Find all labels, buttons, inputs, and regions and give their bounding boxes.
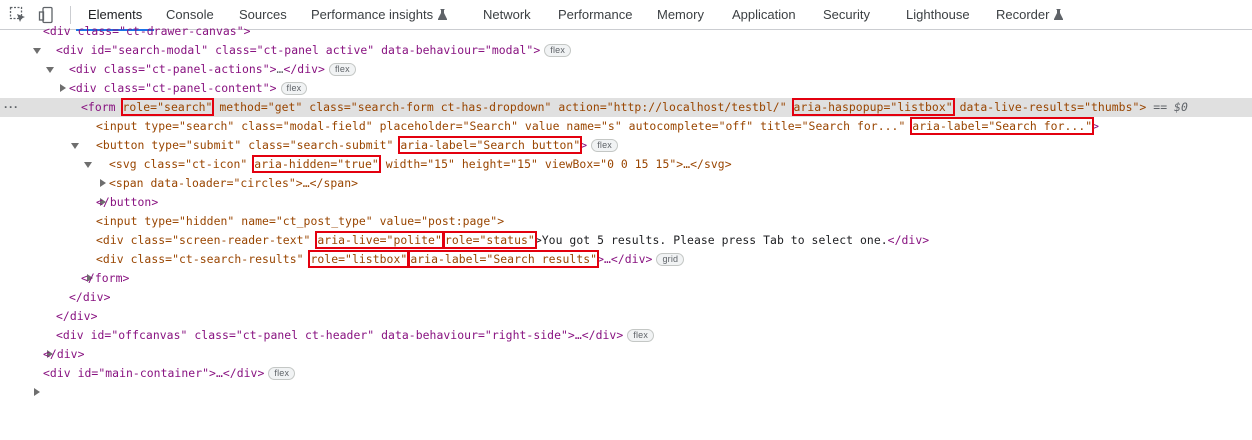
node-line: <form role="search" method="get" class="… <box>81 98 1188 117</box>
node-close: > <box>580 138 588 152</box>
node-text: </form> <box>81 271 130 285</box>
dom-node-div-close[interactable]: </div> <box>0 307 1252 326</box>
node-text: <form <box>81 100 123 114</box>
node-text: <div class="ct-panel-content"> <box>69 81 277 95</box>
more-options-icon[interactable]: ··· <box>4 98 19 117</box>
flex-badge[interactable]: flex <box>268 367 296 380</box>
node-close: > <box>1092 119 1100 133</box>
flex-badge[interactable]: flex <box>627 329 655 342</box>
dom-node-div-close[interactable]: </div> <box>0 345 1252 364</box>
node-line: <div class="ct-search-results" role="lis… <box>96 250 685 269</box>
dom-node-form-selected[interactable]: ··· <form role="search" method="get" cla… <box>0 98 1252 149</box>
dom-node-panel-content[interactable]: <div class="ct-panel-content"> flex <box>0 79 1252 111</box>
live-results-attribute: data-live-results="thumbs"> <box>952 100 1147 114</box>
dom-node-button-close[interactable]: </button> <box>0 193 1252 212</box>
node-close: >…</div> <box>597 252 653 266</box>
dom-tree: <div class="ct-drawer-canvas"> <div id="… <box>0 24 1252 396</box>
node-text: <div id="search-modal" class="ct-panel a… <box>56 43 541 57</box>
dom-node-offcanvas[interactable]: <div id="offcanvas" class="ct-panel ct-h… <box>0 326 1252 358</box>
flask-icon <box>438 9 448 20</box>
flex-badge[interactable]: flex <box>591 139 618 152</box>
node-line: <div id="offcanvas" class="ct-panel ct-h… <box>56 326 655 345</box>
node-text: </button> <box>96 195 159 209</box>
node-line: <div class="ct-panel-content"> flex <box>69 79 308 98</box>
node-text: <div class="ct-search-results" <box>96 252 311 266</box>
flex-badge[interactable]: flex <box>328 63 356 76</box>
role-listbox-highlight: role="listbox" <box>308 250 410 268</box>
dom-node-panel-actions[interactable]: <div class="ct-panel-actions">…</div> fle… <box>0 60 1252 92</box>
node-text: <span data-loader="circles">…</span> <box>109 176 359 190</box>
dom-node-span-loader[interactable]: <span data-loader="circles">…</span> <box>0 174 1252 206</box>
flask-icon <box>1054 9 1064 20</box>
node-line: <div class="screen-reader-text" aria-liv… <box>96 231 929 250</box>
node-text: <svg class="ct-icon" <box>109 157 255 171</box>
aria-live-highlight: aria-live="polite" <box>315 231 444 249</box>
form-attributes: method="get" class="search-form ct-has-d… <box>212 100 794 114</box>
dom-node-search-results[interactable]: <div class="ct-search-results" role="lis… <box>0 250 1252 282</box>
node-text: </div> <box>56 309 98 323</box>
dom-node-input-search[interactable]: <input type="search" class="modal-field"… <box>0 117 1252 136</box>
node-text: <div class="ct-panel-actions"> <box>69 62 277 76</box>
dom-node-input-hidden[interactable]: <input type="hidden" name="ct_post_type"… <box>0 212 1252 231</box>
dom-node-button-submit[interactable]: <button type="submit" class="search-subm… <box>0 136 1252 168</box>
flex-badge[interactable]: flex <box>544 44 572 57</box>
node-text: </div> <box>43 347 85 361</box>
aria-hidden-highlight: aria-hidden="true" <box>252 155 381 173</box>
dom-node-form-close[interactable]: </form> <box>0 269 1252 288</box>
node-text: </div> <box>69 290 111 304</box>
node-line: <svg class="ct-icon" aria-hidden="true" … <box>109 155 732 174</box>
aria-haspopup-highlight: aria-haspopup="listbox" <box>791 98 955 116</box>
flex-badge[interactable]: flex <box>280 82 308 95</box>
aria-label-highlight: aria-label="Search results" <box>408 250 600 268</box>
dom-node-screen-reader-text[interactable]: <div class="screen-reader-text" aria-liv… <box>0 231 1252 250</box>
dom-node-drawer-canvas[interactable]: <div class="ct-drawer-canvas"> <box>0 22 1252 54</box>
node-text: <div class="screen-reader-text" <box>96 233 318 247</box>
dom-node-search-modal[interactable]: <div id="search-modal" class="ct-panel a… <box>0 41 1252 73</box>
aria-label-highlight: aria-label="Search button" <box>398 136 583 154</box>
expand-triangle-icon[interactable] <box>33 383 41 402</box>
node-line: <button type="submit" class="search-subm… <box>96 136 618 155</box>
node-line: <input type="search" class="modal-field"… <box>96 117 1099 136</box>
grid-badge[interactable]: grid <box>656 253 685 266</box>
node-text: <div id="main-container">…</div> <box>43 366 265 380</box>
role-attribute-highlight: role="search" <box>120 98 215 116</box>
node-line: <div id="search-modal" class="ct-panel a… <box>56 41 572 60</box>
node-line: <div id="main-container">…</div> flex <box>43 364 296 383</box>
dom-node-svg-icon[interactable]: <svg class="ct-icon" aria-hidden="true" … <box>0 155 1252 187</box>
node-text: <div class="ct-drawer-canvas"> <box>43 24 251 38</box>
node-close: </div> <box>887 233 930 247</box>
tab-recorder-label: Recorder <box>996 7 1050 22</box>
node-content-text: >You got 5 results. Please press Tab to … <box>534 233 888 247</box>
node-line: <div class="ct-panel-actions">…</div> fle… <box>69 60 356 79</box>
node-text: <input type="search" class="modal-field"… <box>96 119 913 133</box>
node-text: <input type="hidden" name="ct_post_type"… <box>96 214 505 228</box>
dom-node-main-container[interactable]: <div id="main-container">…</div> flex <box>0 364 1252 396</box>
dom-node-div-close[interactable]: </div> <box>0 288 1252 307</box>
tab-performance-insights-label: Performance insights <box>311 7 434 22</box>
selected-node-marker: == $0 <box>1146 100 1188 114</box>
node-text: <div id="offcanvas" class="ct-panel ct-h… <box>56 328 624 342</box>
role-status-highlight: role="status" <box>442 231 537 249</box>
node-text: <button type="submit" class="search-subm… <box>96 138 401 152</box>
aria-label-highlight: aria-label="Search for..." <box>910 117 1095 135</box>
svg-attributes: width="15" height="15" viewBox="0 0 15 1… <box>378 157 732 171</box>
node-close: </div> <box>283 62 325 76</box>
